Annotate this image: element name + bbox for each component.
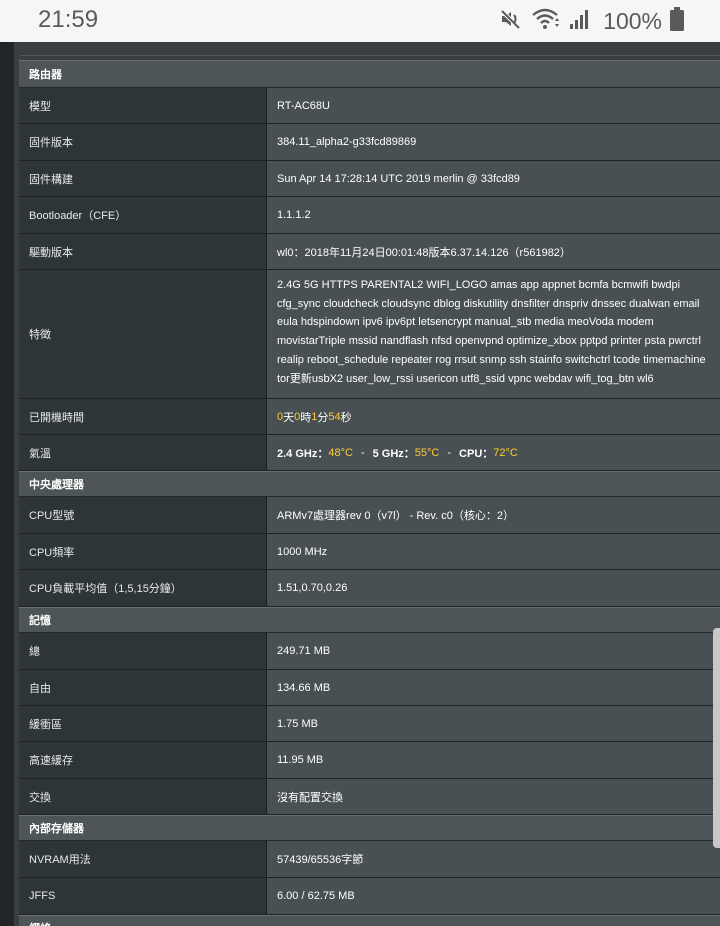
row-memory-total: 總 249.71 MB — [19, 633, 720, 670]
battery-icon — [670, 6, 684, 36]
temp-5ghz-value: 55°C — [414, 446, 440, 459]
row-temperature: 氣溫 2.4 GHz： 48°C - 5 GHz： 55°C - CPU： 72°C — [19, 435, 720, 471]
mute-icon — [499, 7, 523, 36]
uptime-seconds: 54 — [328, 410, 341, 423]
value-driver-version: wl0：2018年11月24日00:01:48版本6.37.14.126（r56… — [267, 234, 720, 269]
features-line: 2.4G 5G HTTPS PARENTAL2 WIFI_LOGO amas a… — [277, 279, 681, 291]
uptime-seconds-unit: 秒 — [340, 411, 352, 424]
temp-24ghz-label: 2.4 GHz： — [277, 447, 329, 460]
row-jffs: JFFS 6.00 / 62.75 MB — [19, 878, 720, 915]
temp-24ghz-value: 48°C — [328, 446, 353, 459]
row-firmware-build: 固件構建 Sun Apr 14 17:28:14 UTC 2019 merlin… — [19, 161, 720, 197]
row-memory-swap: 交換 沒有配置交換 — [19, 779, 720, 815]
features-line: realip reboot_schedule repeater rog rrsu… — [277, 353, 706, 366]
label-driver-version: 驅動版本 — [19, 234, 267, 269]
value-memory-swap: 沒有配置交換 — [267, 779, 720, 814]
section-internal-storage: 內部存儲器 — [19, 815, 720, 841]
features-line: eula hdspindown ipv6 ipv6pt letsencrypt … — [277, 316, 654, 329]
value-memory-cache: 11.95 MB — [267, 742, 720, 778]
label-cpu-model: CPU型號 — [19, 497, 267, 533]
value-jffs: 6.00 / 62.75 MB — [267, 878, 720, 914]
row-cpu-model: CPU型號 ARMv7處理器rev 0（v7l） - Rev. c0（核心：2） — [19, 497, 720, 534]
label-firmware-build: 固件構建 — [19, 161, 267, 196]
value-firmware-version: 384.11_alpha2-g33fcd89869 — [267, 124, 720, 160]
label-temperature: 氣溫 — [19, 435, 267, 470]
system-info-page: 路由器 模型 RT-AC68U 固件版本 384.11_alpha2-g33fc… — [14, 42, 720, 926]
value-firmware-build: Sun Apr 14 17:28:14 UTC 2019 merlin @ 33… — [267, 161, 720, 196]
label-nvram: NVRAM用法 — [19, 841, 267, 877]
value-cpu-load: 1.51,0.70,0.26 — [267, 570, 720, 606]
label-model: 模型 — [19, 88, 267, 123]
value-features: 2.4G 5G HTTPS PARENTAL2 WIFI_LOGO amas a… — [267, 270, 720, 398]
value-cpu-model: ARMv7處理器rev 0（v7l） - Rev. c0（核心：2） — [267, 497, 720, 533]
row-cpu-frequency: CPU頻率 1000 MHz — [19, 534, 720, 570]
value-memory-buffer: 1.75 MB — [267, 706, 720, 741]
temp-5ghz-label: 5 GHz： — [372, 447, 415, 460]
label-memory-cache: 高速緩存 — [19, 742, 267, 778]
battery-level: 100% — [603, 7, 662, 34]
features-line: cfg_sync cloudcheck cloudsync dblog disk… — [277, 297, 700, 310]
features-line: tor更新usbX2 user_low_rssi usericon utf8_s… — [277, 372, 654, 385]
signal-icon — [569, 8, 591, 35]
features-line: movistarTriple mssid nandflash nfsd open… — [277, 335, 701, 348]
row-model: 模型 RT-AC68U — [19, 88, 720, 124]
section-router: 路由器 — [19, 60, 720, 88]
section-network: 網絡 — [19, 915, 720, 926]
row-nvram: NVRAM用法 57439/65536字節 — [19, 841, 720, 878]
section-memory: 記憶 — [19, 607, 720, 633]
label-memory-total: 總 — [19, 633, 267, 669]
uptime-hours-unit: 時 — [300, 411, 312, 424]
label-memory-free: 自由 — [19, 670, 267, 705]
wifi-icon — [531, 7, 561, 36]
value-model: RT-AC68U — [267, 88, 720, 123]
temp-separator: - — [447, 446, 452, 459]
label-memory-swap: 交換 — [19, 779, 267, 814]
value-cpu-frequency: 1000 MHz — [267, 534, 720, 569]
label-firmware-version: 固件版本 — [19, 124, 267, 160]
label-features: 特徵 — [19, 270, 267, 398]
label-cpu-load: CPU負載平均值（1,5,15分鐘） — [19, 570, 267, 606]
status-icons: 100% — [499, 6, 684, 36]
temp-cpu-label: CPU： — [459, 447, 494, 460]
temp-separator: - — [360, 446, 365, 459]
label-bootloader: Bootloader（CFE） — [19, 197, 267, 233]
uptime-days-unit: 天 — [283, 411, 295, 424]
scrollbar-thumb[interactable] — [713, 628, 720, 848]
row-features: 特徵 2.4G 5G HTTPS PARENTAL2 WIFI_LOGO ama… — [19, 270, 720, 399]
row-bootloader: Bootloader（CFE） 1.1.1.2 — [19, 197, 720, 234]
label-memory-buffer: 緩衝區 — [19, 706, 267, 741]
row-memory-buffer: 緩衝區 1.75 MB — [19, 706, 720, 742]
left-edge — [0, 42, 14, 926]
row-firmware-version: 固件版本 384.11_alpha2-g33fcd89869 — [19, 124, 720, 161]
value-memory-total: 249.71 MB — [267, 633, 720, 669]
label-uptime: 已開機時間 — [19, 399, 267, 434]
uptime-minutes-unit: 分 — [317, 411, 329, 424]
section-cpu: 中央處理器 — [19, 471, 720, 497]
top-divider — [20, 55, 720, 56]
value-bootloader: 1.1.1.2 — [267, 197, 720, 233]
row-cpu-load: CPU負載平均值（1,5,15分鐘） 1.51,0.70,0.26 — [19, 570, 720, 607]
value-temperature: 2.4 GHz： 48°C - 5 GHz： 55°C - CPU： 72°C — [267, 435, 720, 470]
label-jffs: JFFS — [19, 878, 267, 914]
value-memory-free: 134.66 MB — [267, 670, 720, 705]
row-driver-version: 驅動版本 wl0：2018年11月24日00:01:48版本6.37.14.12… — [19, 234, 720, 270]
status-bar: 21:59 100% — [0, 0, 720, 42]
system-info-table: 路由器 模型 RT-AC68U 固件版本 384.11_alpha2-g33fc… — [19, 60, 720, 926]
label-cpu-frequency: CPU頻率 — [19, 534, 267, 569]
status-time: 21:59 — [38, 6, 99, 33]
row-uptime: 已開機時間 0 天 0 時 1 分 54 秒 — [19, 399, 720, 435]
row-memory-cache: 高速緩存 11.95 MB — [19, 742, 720, 779]
row-memory-free: 自由 134.66 MB — [19, 670, 720, 706]
value-nvram: 57439/65536字節 — [267, 841, 720, 877]
temp-cpu-value: 72°C — [493, 446, 518, 459]
value-uptime: 0 天 0 時 1 分 54 秒 — [267, 399, 720, 434]
